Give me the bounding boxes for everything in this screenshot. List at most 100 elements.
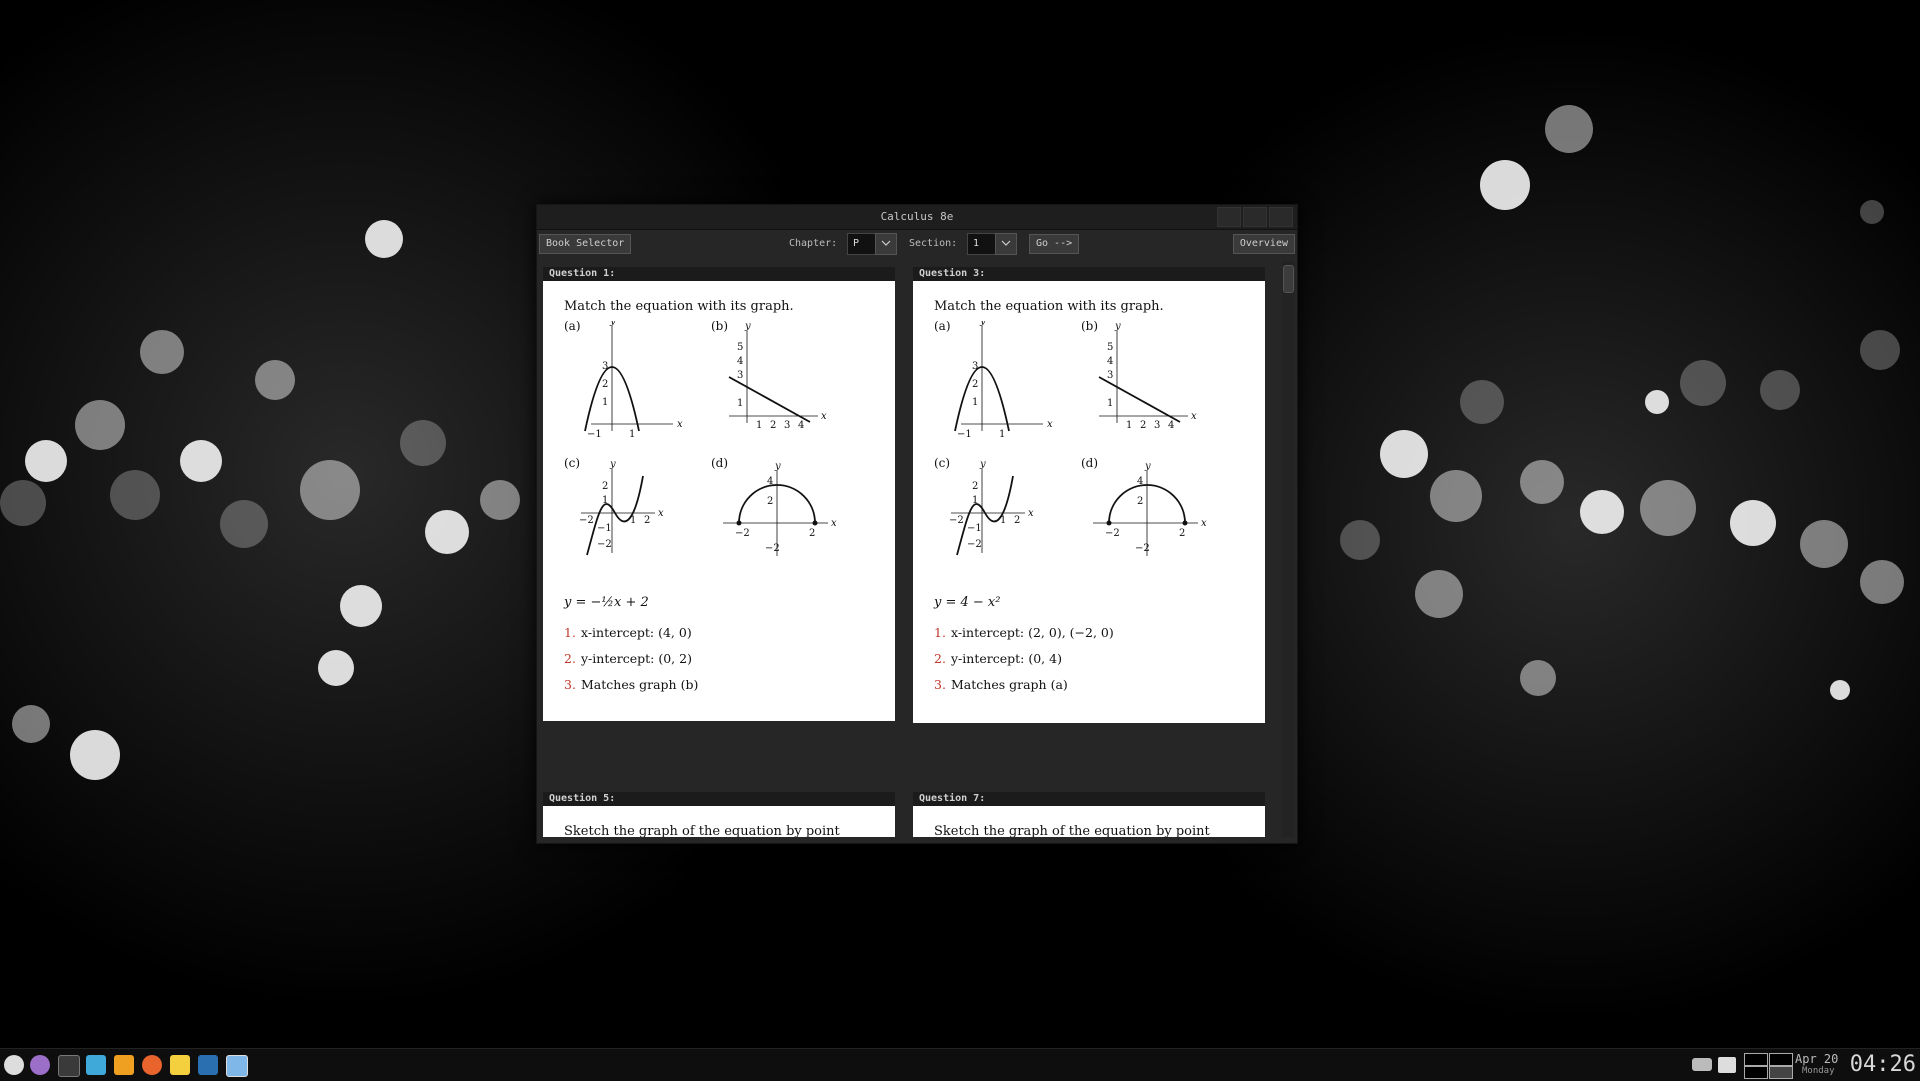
svg-text:(b): (b) <box>711 321 728 333</box>
graph-b: (b) x y 5 4 3 1 1 2 3 4 <box>1081 319 1197 431</box>
date: Apr 20 <box>1795 1052 1839 1066</box>
chapter-field[interactable]: P <box>847 233 876 255</box>
step-number: 2. <box>934 651 946 666</box>
maximize-button[interactable] <box>1243 207 1267 227</box>
graph-set: (a) x y 3 2 1 −1 1 (b) x y 5 4 3 1 1 2 3… <box>543 316 873 595</box>
chapter-dropdown-button[interactable] <box>875 233 897 255</box>
step-number: 3. <box>564 677 576 692</box>
notes-icon[interactable] <box>170 1055 190 1075</box>
svg-text:3: 3 <box>737 370 743 381</box>
svg-text:(b): (b) <box>1081 321 1098 333</box>
svg-text:4: 4 <box>798 420 804 431</box>
svg-text:2: 2 <box>644 515 650 526</box>
close-button[interactable] <box>1269 207 1293 227</box>
workspace-4[interactable] <box>1769 1066 1793 1079</box>
step-text: y-intercept: (0, 4) <box>951 651 1062 666</box>
question-instruction: Sketch the graph of the equation by poin… <box>564 824 840 837</box>
graph-set: (a) x y 3 2 1 −1 1 (b) x y 5 4 3 1 1 2 3… <box>913 316 1243 595</box>
file-manager-icon[interactable] <box>114 1055 134 1075</box>
volume-icon[interactable] <box>1718 1057 1736 1073</box>
svg-text:5: 5 <box>737 342 743 353</box>
minimize-button[interactable] <box>1217 207 1241 227</box>
question-card: Sketch the graph of the equation by poin… <box>913 806 1265 837</box>
svg-text:(c): (c) <box>934 456 950 470</box>
svg-text:−2: −2 <box>735 528 750 539</box>
svg-text:−1: −1 <box>967 523 982 534</box>
solution-steps: 1. x-intercept: (2, 0), (−2, 0) 2. y-inter… <box>934 625 1114 703</box>
svg-text:1: 1 <box>972 397 978 408</box>
section-dropdown-button[interactable] <box>995 233 1017 255</box>
svg-text:(d): (d) <box>711 456 728 470</box>
svg-text:1: 1 <box>1107 398 1113 409</box>
workspace-2[interactable] <box>1769 1053 1793 1066</box>
svg-text:y: y <box>744 321 751 332</box>
step-number: 1. <box>564 625 576 640</box>
svg-text:y: y <box>774 461 781 472</box>
svg-text:x: x <box>658 508 664 519</box>
svg-text:2: 2 <box>1137 496 1143 507</box>
toolbar: Book Selector Chapter: P Section: 1 Go -… <box>537 230 1297 260</box>
svg-text:3: 3 <box>784 420 790 431</box>
workspace-3[interactable] <box>1744 1066 1768 1079</box>
svg-text:2: 2 <box>972 379 978 390</box>
svg-text:x: x <box>1201 518 1207 529</box>
chapter-label: Chapter: <box>789 238 838 249</box>
graph-d: (d) x y 4 2 −2 2 −2 <box>711 456 837 556</box>
svg-text:1: 1 <box>737 398 743 409</box>
svg-text:x: x <box>821 411 827 422</box>
step-text: y-intercept: (0, 2) <box>581 651 692 666</box>
media-player-icon[interactable] <box>86 1055 106 1075</box>
workspace-1[interactable] <box>1744 1053 1768 1066</box>
svg-text:(d): (d) <box>1081 456 1098 470</box>
svg-text:y: y <box>609 459 616 470</box>
svg-text:(a): (a) <box>934 321 951 333</box>
go-button[interactable]: Go --> <box>1029 234 1080 254</box>
svg-text:−2: −2 <box>967 539 982 550</box>
svg-text:y: y <box>1144 461 1151 472</box>
svg-text:(a): (a) <box>564 321 581 333</box>
question-instruction: Sketch the graph of the equation by poin… <box>934 824 1210 837</box>
section-field[interactable]: 1 <box>967 233 996 255</box>
svg-text:y: y <box>979 321 986 327</box>
question-instruction: Match the equation with its graph. <box>564 299 794 314</box>
chat-icon[interactable] <box>30 1055 50 1075</box>
svg-text:−2: −2 <box>1105 528 1120 539</box>
chevron-down-icon <box>881 240 891 246</box>
power-icon[interactable] <box>4 1055 24 1075</box>
app-icon[interactable] <box>226 1055 248 1077</box>
clock[interactable]: 04:26 <box>1850 1052 1916 1077</box>
ide-icon[interactable] <box>198 1055 218 1075</box>
graph-c: (c) x y 2 1 −1 −2 −2 1 2 <box>934 456 1034 556</box>
title-bar[interactable]: Calculus 8e <box>537 205 1297 230</box>
step-text: Matches graph (a) <box>951 677 1068 692</box>
vertical-scrollbar[interactable] <box>1282 261 1294 837</box>
question-card: Match the equation with its graph. (a) x… <box>543 281 895 721</box>
step-text: x-intercept: (2, 0), (−2, 0) <box>951 625 1114 640</box>
svg-text:3: 3 <box>1107 370 1113 381</box>
taskbar: Apr 20 Monday 04:26 <box>0 1048 1920 1081</box>
book-selector-button[interactable]: Book Selector <box>539 234 632 254</box>
svg-text:4: 4 <box>767 476 773 487</box>
graph-c: (c) x y 2 1 −1 −2 −2 1 2 <box>564 456 664 556</box>
svg-text:2: 2 <box>809 528 815 539</box>
svg-text:−2: −2 <box>949 515 964 526</box>
svg-text:x: x <box>1047 419 1053 430</box>
questions-panel[interactable]: Question 1: Match the equation with its … <box>543 261 1278 837</box>
overview-button[interactable]: Overview <box>1232 234 1295 254</box>
scrollbar-thumb[interactable] <box>1283 265 1294 293</box>
firefox-icon[interactable] <box>142 1055 162 1075</box>
step-text: x-intercept: (4, 0) <box>581 625 692 640</box>
network-icon[interactable] <box>1692 1058 1712 1071</box>
graph-a: (a) x y 3 2 1 −1 1 <box>934 316 1053 440</box>
terminal-icon[interactable] <box>58 1055 80 1077</box>
svg-text:−2: −2 <box>765 543 780 554</box>
svg-text:2: 2 <box>770 420 776 431</box>
svg-text:x: x <box>677 419 683 430</box>
svg-text:−1: −1 <box>957 429 972 440</box>
svg-text:2: 2 <box>602 379 608 390</box>
svg-text:−2: −2 <box>1135 543 1150 554</box>
question-card: Sketch the graph of the equation by poin… <box>543 806 895 837</box>
question-label: Question 3: <box>913 267 1265 281</box>
step-text: Matches graph (b) <box>581 677 699 692</box>
svg-text:2: 2 <box>1014 515 1020 526</box>
